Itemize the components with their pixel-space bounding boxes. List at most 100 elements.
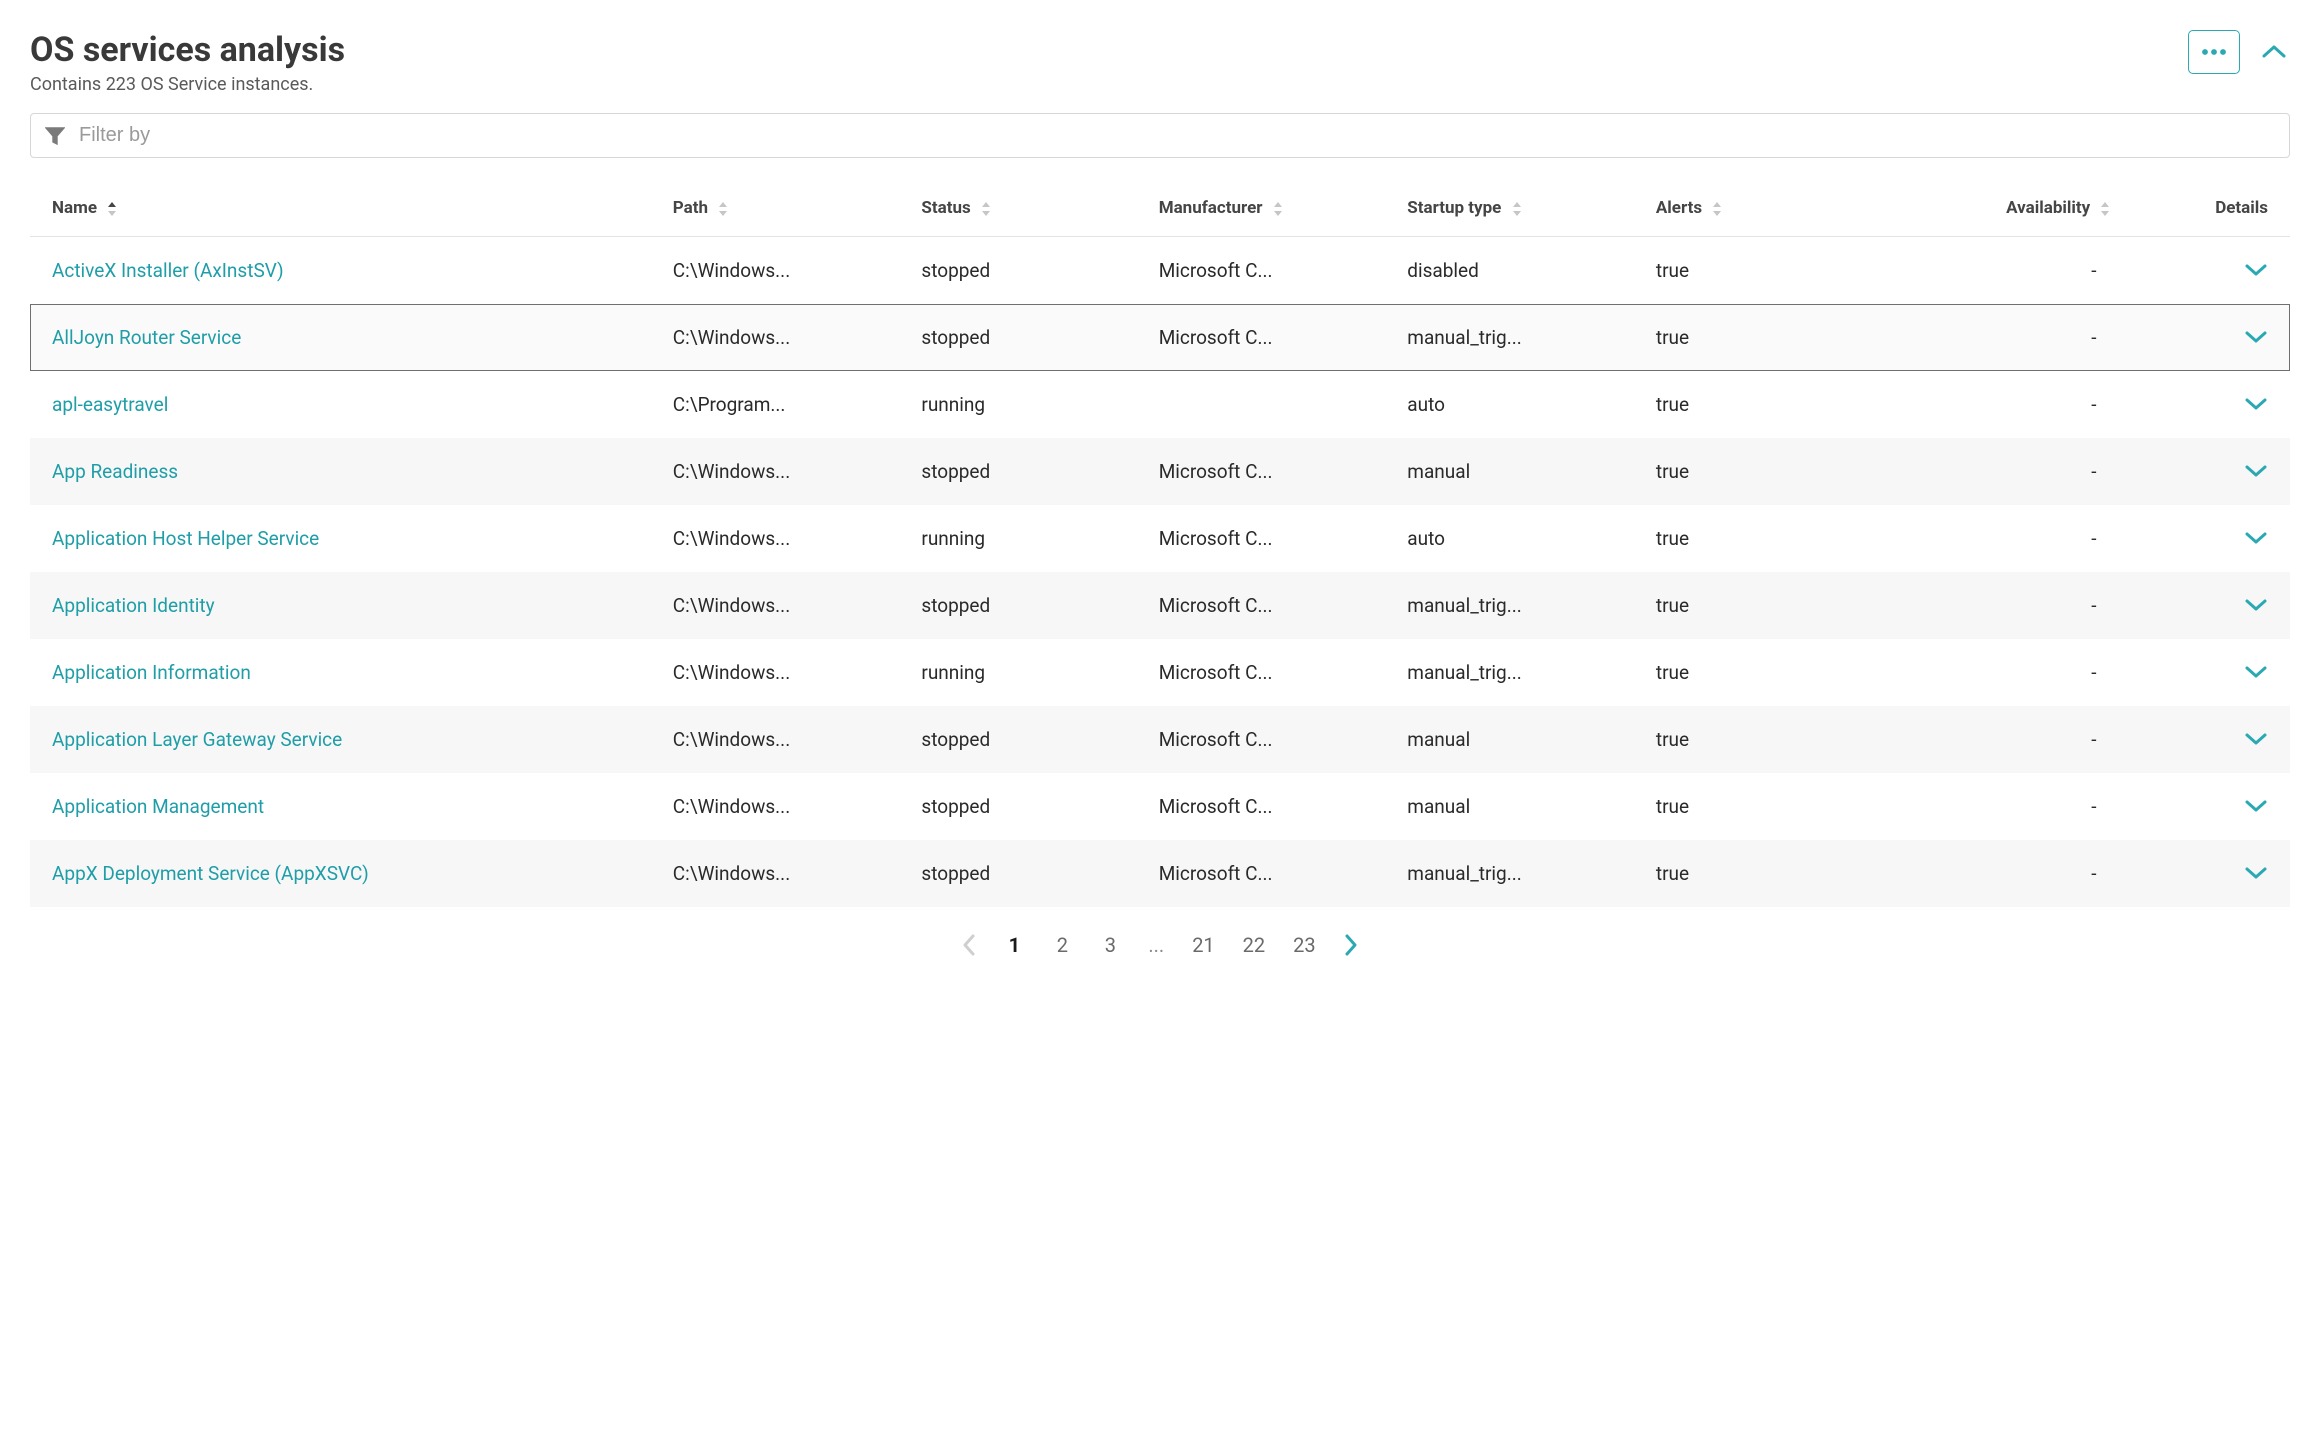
cell-path: C:\Windows... xyxy=(663,639,912,706)
cell-startup: disabled xyxy=(1397,237,1646,305)
chevron-down-icon xyxy=(2244,397,2268,411)
cell-alerts: true xyxy=(1646,371,1849,438)
pagination-page[interactable]: 1 xyxy=(1004,933,1024,957)
more-actions-button[interactable] xyxy=(2188,30,2240,74)
page-subtitle: Contains 223 OS Service instances. xyxy=(30,74,345,95)
collapse-section-button[interactable] xyxy=(2258,36,2290,68)
expand-row-button[interactable] xyxy=(2244,330,2268,344)
chevron-up-icon xyxy=(2261,44,2287,60)
chevron-down-icon xyxy=(2244,464,2268,478)
chevron-down-icon xyxy=(2244,531,2268,545)
cell-availability: - xyxy=(1849,505,2120,572)
cell-startup: manual_trig... xyxy=(1397,304,1646,371)
expand-row-button[interactable] xyxy=(2244,598,2268,612)
table-row[interactable]: AppX Deployment Service (AppXSVC) C:\Wind… xyxy=(30,840,2290,907)
table-row[interactable]: Application IdentityC:\Windows...stopped… xyxy=(30,572,2290,639)
pagination-page[interactable]: 23 xyxy=(1293,933,1315,957)
cell-startup: manual xyxy=(1397,773,1646,840)
pagination-page[interactable]: 22 xyxy=(1243,933,1265,957)
cell-path: C:\Windows... xyxy=(663,438,912,505)
cell-availability: - xyxy=(1849,706,2120,773)
chevron-down-icon xyxy=(2244,866,2268,880)
chevron-left-icon xyxy=(962,934,976,956)
cell-path: C:\Windows... xyxy=(663,840,912,907)
service-name-link[interactable]: Application Layer Gateway Service xyxy=(52,728,342,751)
cell-startup: auto xyxy=(1397,505,1646,572)
sort-icon xyxy=(981,202,991,216)
table-row[interactable]: Application InformationC:\Windows...runn… xyxy=(30,639,2290,706)
cell-status: stopped xyxy=(911,237,1148,305)
column-header-availability[interactable]: Availability xyxy=(1849,186,2120,237)
expand-row-button[interactable] xyxy=(2244,665,2268,679)
pagination-next[interactable] xyxy=(1344,934,1358,956)
pagination-prev[interactable] xyxy=(962,934,976,956)
expand-row-button[interactable] xyxy=(2244,397,2268,411)
column-header-alerts[interactable]: Alerts xyxy=(1646,186,1849,237)
cell-startup: manual xyxy=(1397,438,1646,505)
cell-startup: manual_trig... xyxy=(1397,840,1646,907)
service-name-link[interactable]: Application Management xyxy=(52,795,264,818)
column-header-name[interactable]: Name xyxy=(30,186,663,237)
pagination-page[interactable]: 3 xyxy=(1100,933,1120,957)
chevron-right-icon xyxy=(1344,934,1358,956)
cell-status: running xyxy=(911,505,1148,572)
chevron-down-icon xyxy=(2244,665,2268,679)
chevron-down-icon xyxy=(2244,732,2268,746)
column-header-status[interactable]: Status xyxy=(911,186,1148,237)
cell-path: C:\Windows... xyxy=(663,572,912,639)
table-row[interactable]: Application ManagementC:\Windows...stopp… xyxy=(30,773,2290,840)
cell-status: stopped xyxy=(911,438,1148,505)
chevron-down-icon xyxy=(2244,330,2268,344)
pagination-page[interactable]: 21 xyxy=(1192,933,1214,957)
service-name-link[interactable]: apl-easytravel xyxy=(52,393,168,416)
cell-manufacturer: Microsoft C... xyxy=(1149,773,1398,840)
cell-alerts: true xyxy=(1646,438,1849,505)
cell-path: C:\Windows... xyxy=(663,237,912,305)
service-name-link[interactable]: AppX Deployment Service (AppXSVC) xyxy=(52,862,369,885)
page-title: OS services analysis xyxy=(30,30,345,70)
sort-icon xyxy=(718,202,728,216)
table-header-row: Name Path Status Manufacturer xyxy=(30,186,2290,237)
cell-startup: manual_trig... xyxy=(1397,639,1646,706)
expand-row-button[interactable] xyxy=(2244,263,2268,277)
pagination-page[interactable]: 2 xyxy=(1052,933,1072,957)
cell-manufacturer: Microsoft C... xyxy=(1149,237,1398,305)
table-row[interactable]: apl-easytravelC:\Program...runningautotr… xyxy=(30,371,2290,438)
cell-status: stopped xyxy=(911,706,1148,773)
cell-manufacturer: Microsoft C... xyxy=(1149,572,1398,639)
service-name-link[interactable]: Application Host Helper Service xyxy=(52,527,319,550)
sort-icon xyxy=(1273,202,1283,216)
cell-status: stopped xyxy=(911,304,1148,371)
table-row[interactable]: AllJoyn Router Service C:\Windows...stopp… xyxy=(30,304,2290,371)
cell-alerts: true xyxy=(1646,572,1849,639)
expand-row-button[interactable] xyxy=(2244,531,2268,545)
table-row[interactable]: Application Host Helper ServiceC:\Window… xyxy=(30,505,2290,572)
filter-bar[interactable] xyxy=(30,113,2290,158)
expand-row-button[interactable] xyxy=(2244,464,2268,478)
service-name-link[interactable]: ActiveX Installer (AxInstSV) xyxy=(52,259,284,282)
column-header-startup[interactable]: Startup type xyxy=(1397,186,1646,237)
column-header-manufacturer[interactable]: Manufacturer xyxy=(1149,186,1398,237)
cell-availability: - xyxy=(1849,840,2120,907)
service-name-link[interactable]: App Readiness xyxy=(52,460,178,483)
table-row[interactable]: App ReadinessC:\Windows...stoppedMicroso… xyxy=(30,438,2290,505)
cell-path: C:\Windows... xyxy=(663,304,912,371)
table-row[interactable]: Application Layer Gateway ServiceC:\Wind… xyxy=(30,706,2290,773)
service-name-link[interactable]: Application Information xyxy=(52,661,251,684)
cell-status: stopped xyxy=(911,840,1148,907)
cell-path: C:\Program... xyxy=(663,371,912,438)
table-row[interactable]: ActiveX Installer (AxInstSV) C:\Windows..… xyxy=(30,237,2290,305)
filter-icon xyxy=(45,127,65,145)
expand-row-button[interactable] xyxy=(2244,732,2268,746)
column-header-path[interactable]: Path xyxy=(663,186,912,237)
service-name-link[interactable]: Application Identity xyxy=(52,594,215,617)
expand-row-button[interactable] xyxy=(2244,799,2268,813)
cell-availability: - xyxy=(1849,639,2120,706)
filter-input[interactable] xyxy=(79,124,2275,147)
expand-row-button[interactable] xyxy=(2244,866,2268,880)
cell-status: stopped xyxy=(911,773,1148,840)
cell-alerts: true xyxy=(1646,237,1849,305)
cell-alerts: true xyxy=(1646,505,1849,572)
service-name-link[interactable]: AllJoyn Router Service xyxy=(52,326,241,349)
cell-alerts: true xyxy=(1646,304,1849,371)
